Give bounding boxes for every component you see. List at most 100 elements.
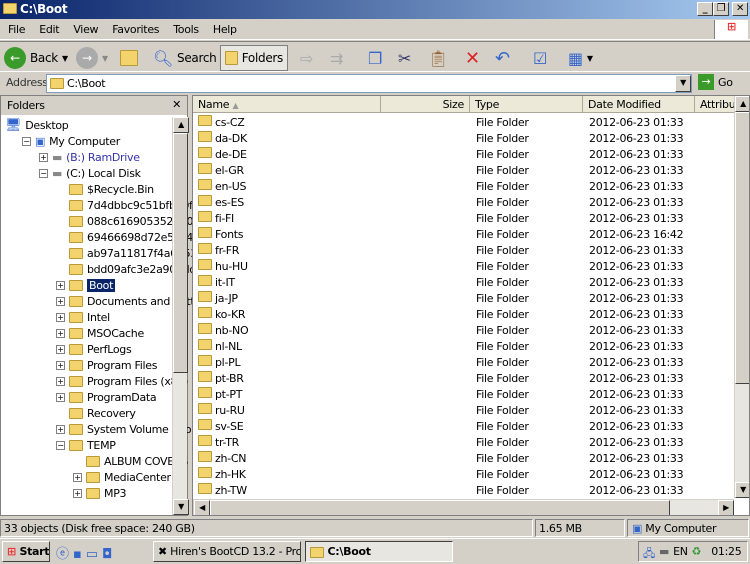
list-vertical-scrollbar[interactable]: ▲ ▼ xyxy=(734,96,749,498)
tree-item[interactable]: − ▣ My Computer xyxy=(22,133,120,149)
file-row[interactable]: Fonts File Folder 2012-06-23 16:42 xyxy=(193,226,733,242)
expand-icon[interactable]: + xyxy=(39,152,48,162)
expand-icon[interactable]: + xyxy=(56,280,65,290)
search-button[interactable]: 🔍︎ Search xyxy=(153,45,217,71)
expand-icon[interactable]: + xyxy=(73,472,82,482)
file-row[interactable]: fi-FI File Folder 2012-06-23 01:33 xyxy=(193,210,733,226)
column-type[interactable]: Type xyxy=(470,96,583,113)
collapse-icon[interactable]: − xyxy=(56,440,65,450)
tree-item[interactable]: 🖥︎ Desktop xyxy=(5,117,69,133)
move-to-button[interactable]: ⇨ xyxy=(300,45,313,71)
up-folder-button[interactable] xyxy=(120,45,138,71)
properties-button[interactable]: ☑ xyxy=(533,45,547,71)
scroll-thumb[interactable] xyxy=(173,133,188,373)
scroll-thumb[interactable] xyxy=(210,500,670,515)
tree-item[interactable]: + Program Files (x86) xyxy=(56,373,188,389)
restore-button[interactable]: ❐ xyxy=(713,2,729,16)
views-button[interactable]: ▦ ▼ xyxy=(568,45,593,71)
tree-item[interactable]: + ▬ (B:) RamDrive xyxy=(39,149,140,165)
file-row[interactable]: nl-NL File Folder 2012-06-23 01:33 xyxy=(193,338,733,354)
menu-favorites[interactable]: Favorites xyxy=(104,19,165,36)
menu-edit[interactable]: Edit xyxy=(31,19,65,36)
file-row[interactable]: ja-JP File Folder 2012-06-23 01:33 xyxy=(193,290,733,306)
close-pane-icon[interactable]: ✕ xyxy=(172,98,181,111)
column-name[interactable]: Name ▲ xyxy=(193,96,381,113)
column-size[interactable]: Size xyxy=(381,96,470,113)
file-row[interactable]: zh-HK File Folder 2012-06-23 01:33 xyxy=(193,466,733,482)
expand-icon[interactable]: + xyxy=(56,296,65,306)
file-row[interactable]: nb-NO File Folder 2012-06-23 01:33 xyxy=(193,322,733,338)
safely-remove-icon[interactable]: ♻ xyxy=(692,545,702,558)
file-row[interactable]: ko-KR File Folder 2012-06-23 01:33 xyxy=(193,306,733,322)
expand-icon[interactable]: + xyxy=(56,424,65,434)
language-indicator[interactable]: EN xyxy=(673,545,688,558)
file-row[interactable]: pt-BR File Folder 2012-06-23 01:33 xyxy=(193,370,733,386)
tree-item[interactable]: $Recycle.Bin xyxy=(56,181,154,197)
tree-item[interactable]: + MediaCenter xyxy=(73,469,171,485)
tree-item[interactable]: + Intel xyxy=(56,309,110,325)
quick-launch[interactable]: ⓔ▪▭◘ xyxy=(56,543,116,562)
cut-button[interactable]: ✂ xyxy=(398,45,411,71)
undo-button[interactable]: ↶ xyxy=(495,45,510,71)
collapse-icon[interactable]: − xyxy=(39,168,48,178)
folders-button[interactable]: Folders xyxy=(220,45,288,71)
scroll-thumb[interactable] xyxy=(735,112,749,384)
go-button[interactable]: → Go xyxy=(698,74,733,90)
tree-item[interactable]: + MP3 xyxy=(73,485,127,501)
menu-tools[interactable]: Tools xyxy=(165,19,205,36)
start-button[interactable]: ⊞ Start xyxy=(2,541,50,562)
file-row[interactable]: es-ES File Folder 2012-06-23 01:33 xyxy=(193,194,733,210)
copy-to-button[interactable]: ⇉ xyxy=(330,45,343,71)
file-row[interactable]: en-US File Folder 2012-06-23 01:33 xyxy=(193,178,733,194)
expand-icon[interactable]: + xyxy=(56,376,65,386)
file-row[interactable]: zh-TW File Folder 2012-06-23 01:33 xyxy=(193,482,733,498)
collapse-icon[interactable]: − xyxy=(22,136,31,146)
minimize-button[interactable]: _ xyxy=(697,2,713,16)
expand-icon[interactable]: + xyxy=(56,344,65,354)
copy-button[interactable]: ❐ xyxy=(368,45,382,71)
delete-button[interactable]: ✕ xyxy=(465,45,480,71)
file-row[interactable]: zh-CN File Folder 2012-06-23 01:33 xyxy=(193,450,733,466)
tree-item[interactable]: − ▬ (C:) Local Disk xyxy=(39,165,141,181)
file-row[interactable]: it-IT File Folder 2012-06-23 01:33 xyxy=(193,274,733,290)
menu-file[interactable]: File xyxy=(0,19,31,36)
file-row[interactable]: fr-FR File Folder 2012-06-23 01:33 xyxy=(193,242,733,258)
file-row[interactable]: sv-SE File Folder 2012-06-23 01:33 xyxy=(193,418,733,434)
file-row[interactable]: pl-PL File Folder 2012-06-23 01:33 xyxy=(193,354,733,370)
file-row[interactable]: pt-PT File Folder 2012-06-23 01:33 xyxy=(193,386,733,402)
tree-item[interactable]: + Program Files xyxy=(56,357,157,373)
paste-button[interactable]: 📋︎ xyxy=(428,45,448,71)
menu-view[interactable]: View xyxy=(65,19,104,36)
tree-item[interactable]: ALBUM COVERS xyxy=(73,453,188,469)
column-date-modified[interactable]: Date Modified xyxy=(583,96,695,113)
task-c-boot[interactable]: C:\Boot xyxy=(305,541,453,562)
address-dropdown-button[interactable]: ▼ xyxy=(675,75,691,92)
drive-icon[interactable]: ▬ xyxy=(659,545,669,558)
expand-icon[interactable]: + xyxy=(73,488,82,498)
tree-item[interactable]: + PerfLogs xyxy=(56,341,132,357)
file-row[interactable]: ru-RU File Folder 2012-06-23 01:33 xyxy=(193,402,733,418)
address-input[interactable]: C:\Boot ▼ xyxy=(46,74,692,93)
file-row[interactable]: da-DK File Folder 2012-06-23 01:33 xyxy=(193,130,733,146)
expand-icon[interactable]: + xyxy=(56,360,65,370)
back-button[interactable]: ← Back ▼ xyxy=(4,45,68,71)
task-hirens-bootcd[interactable]: ✖ Hiren's BootCD 13.2 - Pro... xyxy=(153,541,301,562)
file-row[interactable]: tr-TR File Folder 2012-06-23 01:33 xyxy=(193,434,733,450)
expand-icon[interactable]: + xyxy=(56,328,65,338)
file-row[interactable]: cs-CZ File Folder 2012-06-23 01:33 xyxy=(193,114,733,130)
menu-help[interactable]: Help xyxy=(205,19,243,36)
file-row[interactable]: hu-HU File Folder 2012-06-23 01:33 xyxy=(193,258,733,274)
tree-item[interactable]: − TEMP xyxy=(56,437,116,453)
tree-item[interactable]: Recovery xyxy=(56,405,136,421)
file-row[interactable]: el-GR File Folder 2012-06-23 01:33 xyxy=(193,162,733,178)
forward-button[interactable]: → ▼ xyxy=(76,45,108,71)
tree-item[interactable]: + MSOCache xyxy=(56,325,144,341)
list-horizontal-scrollbar[interactable]: ◀ ▶ xyxy=(193,499,734,515)
expand-icon[interactable]: + xyxy=(56,312,65,322)
file-row[interactable]: de-DE File Folder 2012-06-23 01:33 xyxy=(193,146,733,162)
close-button[interactable]: ✕ xyxy=(732,2,748,16)
tree-item[interactable]: + ProgramData xyxy=(56,389,157,405)
expand-icon[interactable]: + xyxy=(56,392,65,402)
tree-item[interactable]: + Boot xyxy=(56,277,116,293)
network-icon[interactable]: 🖧︎ xyxy=(643,545,655,560)
